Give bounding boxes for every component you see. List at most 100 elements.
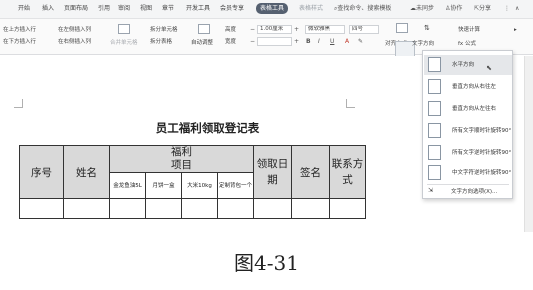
header-contact[interactable]: 联系方式: [329, 145, 366, 199]
text-direction-button[interactable]: 文字方向: [412, 40, 434, 48]
tab-view[interactable]: 视图: [140, 4, 152, 13]
menu-item-label: 垂直方向从左往右: [452, 106, 497, 112]
font-name-select[interactable]: 微软雅黑: [305, 25, 345, 34]
collapse-ribbon-icon[interactable]: ∧: [515, 4, 519, 13]
more-icon[interactable]: ⋮: [504, 4, 510, 13]
table-cell[interactable]: [291, 198, 330, 219]
menu-item-more-options[interactable]: 文字方向选项(X)...: [451, 188, 497, 196]
rotate-counterclockwise-icon: [428, 145, 441, 160]
item-mooncake[interactable]: 月饼一盒: [145, 172, 182, 199]
italic-button[interactable]: I: [318, 38, 320, 46]
tab-references[interactable]: 引用: [98, 4, 110, 13]
autofit-icon: [198, 24, 210, 34]
table-cell[interactable]: [253, 198, 292, 219]
sync-status-label: 未同步: [416, 5, 435, 12]
ribbon-tab-bar: 开始 插入 页面布局 引用 审阅 视图 章节 开发工具 会员专享 表格工具 表格…: [0, 0, 533, 19]
menu-item-label: 垂直方向从右往左: [452, 84, 497, 90]
vertical-rtl-icon: [428, 79, 441, 94]
menu-item-label: 中文字符逆时针旋转90°: [452, 170, 512, 176]
tab-review[interactable]: 审阅: [118, 4, 130, 13]
align-icon: [396, 23, 408, 33]
insert-row-below-button[interactable]: 在下方插入行: [3, 38, 36, 46]
vertical-ltr-icon: [428, 101, 441, 116]
benefit-table: 序号 姓名 福利 项目 领取日期 签名 联系方式 金龙鱼油5L 月饼一盒 大米10…: [19, 145, 366, 219]
cjk-rotate-icon: [428, 165, 441, 180]
tab-table-tools[interactable]: 表格工具: [256, 3, 289, 14]
tab-page-layout[interactable]: 页面布局: [64, 4, 88, 13]
table-cell[interactable]: [329, 198, 366, 219]
table-cell[interactable]: [217, 198, 254, 219]
overflow-icon[interactable]: ▸: [514, 26, 517, 34]
height-label: 高度: [225, 27, 237, 33]
split-table-button[interactable]: 拆分表格: [150, 38, 172, 46]
menu-item-rotate-cw[interactable]: 所有文字顺时针旋转90°: [424, 121, 512, 141]
margin-corner-left: [14, 99, 23, 108]
menu-item-vertical-ltr[interactable]: 垂直方向从左往右: [424, 99, 512, 119]
highlight-pen-icon[interactable]: ✎: [358, 38, 363, 46]
header-sign[interactable]: 签名: [291, 145, 330, 199]
vertical-scrollbar[interactable]: [524, 56, 533, 232]
collaborate-button[interactable]: ♙协作: [445, 4, 462, 13]
collaborate-label: 协作: [450, 5, 463, 12]
text-direction-options-icon: ⇲: [428, 187, 434, 194]
menu-item-horizontal[interactable]: 水平方向: [424, 55, 512, 75]
width-decrease-button[interactable]: −: [250, 38, 255, 46]
tab-chapter[interactable]: 章节: [162, 4, 174, 13]
item-backpack[interactable]: 定制背包一个: [217, 172, 254, 199]
underline-button[interactable]: U: [330, 38, 334, 46]
rotate-clockwise-icon: [428, 123, 441, 138]
height-decrease-button[interactable]: −: [250, 26, 255, 34]
table-cell[interactable]: [19, 198, 64, 219]
share-label: 分享: [479, 5, 492, 12]
menu-item-label: 所有文字逆时针旋转90°: [452, 150, 512, 156]
insert-column-right-button[interactable]: 在右侧插入列: [58, 38, 91, 46]
width-input[interactable]: [257, 37, 292, 46]
font-color-button[interactable]: A: [345, 38, 349, 46]
insert-row-above-button[interactable]: 在上方插入行: [3, 26, 36, 34]
width-increase-button[interactable]: +: [294, 38, 299, 46]
document-title: 员工福利领取登记表: [155, 121, 260, 135]
font-size-select[interactable]: 四号: [349, 25, 379, 34]
item-oil[interactable]: 金龙鱼油5L: [109, 172, 146, 199]
table-cell[interactable]: [63, 198, 110, 219]
horizontal-text-icon: [428, 57, 441, 72]
table-cell[interactable]: [181, 198, 218, 219]
share-button[interactable]: ⇱分享: [474, 4, 491, 13]
table-cell[interactable]: [145, 198, 182, 219]
split-cells-button[interactable]: 拆分单元格: [150, 26, 178, 34]
insert-column-left-button[interactable]: 在左侧插入列: [58, 26, 91, 34]
tab-member[interactable]: 会员专享: [220, 4, 244, 13]
menu-divider: [427, 184, 509, 185]
menu-item-label: 所有文字顺时针旋转90°: [452, 128, 512, 134]
height-input[interactable]: 1.00厘米: [257, 25, 292, 34]
search-command[interactable]: ⌕查找命令、搜索模板: [334, 4, 391, 13]
bold-button[interactable]: B: [306, 38, 311, 46]
width-label: 宽度: [225, 39, 237, 45]
tab-table-style[interactable]: 表格样式: [299, 4, 323, 13]
menu-item-vertical-rtl[interactable]: 垂直方向从右往左: [424, 77, 512, 97]
quick-calc-button[interactable]: 快速计算: [458, 26, 480, 34]
menu-item-rotate-ccw[interactable]: 所有文字逆时针旋转90°: [424, 143, 512, 163]
text-direction-icon: ⇅: [424, 24, 430, 32]
height-increase-button[interactable]: +: [294, 26, 299, 34]
merge-cells-icon: [118, 24, 130, 34]
header-seq[interactable]: 序号: [19, 145, 64, 199]
merge-cells-button[interactable]: 合并单元格: [110, 39, 138, 47]
table-cell[interactable]: [109, 198, 146, 219]
autofit-button[interactable]: 自动调整: [191, 39, 213, 47]
header-benefit-line1: 福利: [171, 146, 192, 158]
header-date[interactable]: 领取日期: [253, 145, 292, 199]
sync-status[interactable]: ☁未同步: [410, 4, 434, 13]
item-rice[interactable]: 大米10kg: [181, 172, 218, 199]
tab-insert[interactable]: 插入: [42, 4, 54, 13]
tab-start[interactable]: 开始: [18, 4, 30, 13]
formula-button[interactable]: fx 公式: [458, 40, 476, 48]
mouse-cursor-icon: ⬉: [486, 64, 492, 72]
header-benefit[interactable]: 福利 项目: [109, 145, 254, 173]
menu-item-label: 水平方向: [452, 62, 475, 68]
header-name[interactable]: 姓名: [63, 145, 110, 199]
margin-corner-right: [346, 99, 355, 108]
menu-item-cjk-rotate-ccw[interactable]: 中文字符逆时针旋转90°: [424, 163, 512, 183]
search-command-label: 查找命令、搜索模板: [337, 5, 392, 12]
tab-developer[interactable]: 开发工具: [186, 4, 210, 13]
